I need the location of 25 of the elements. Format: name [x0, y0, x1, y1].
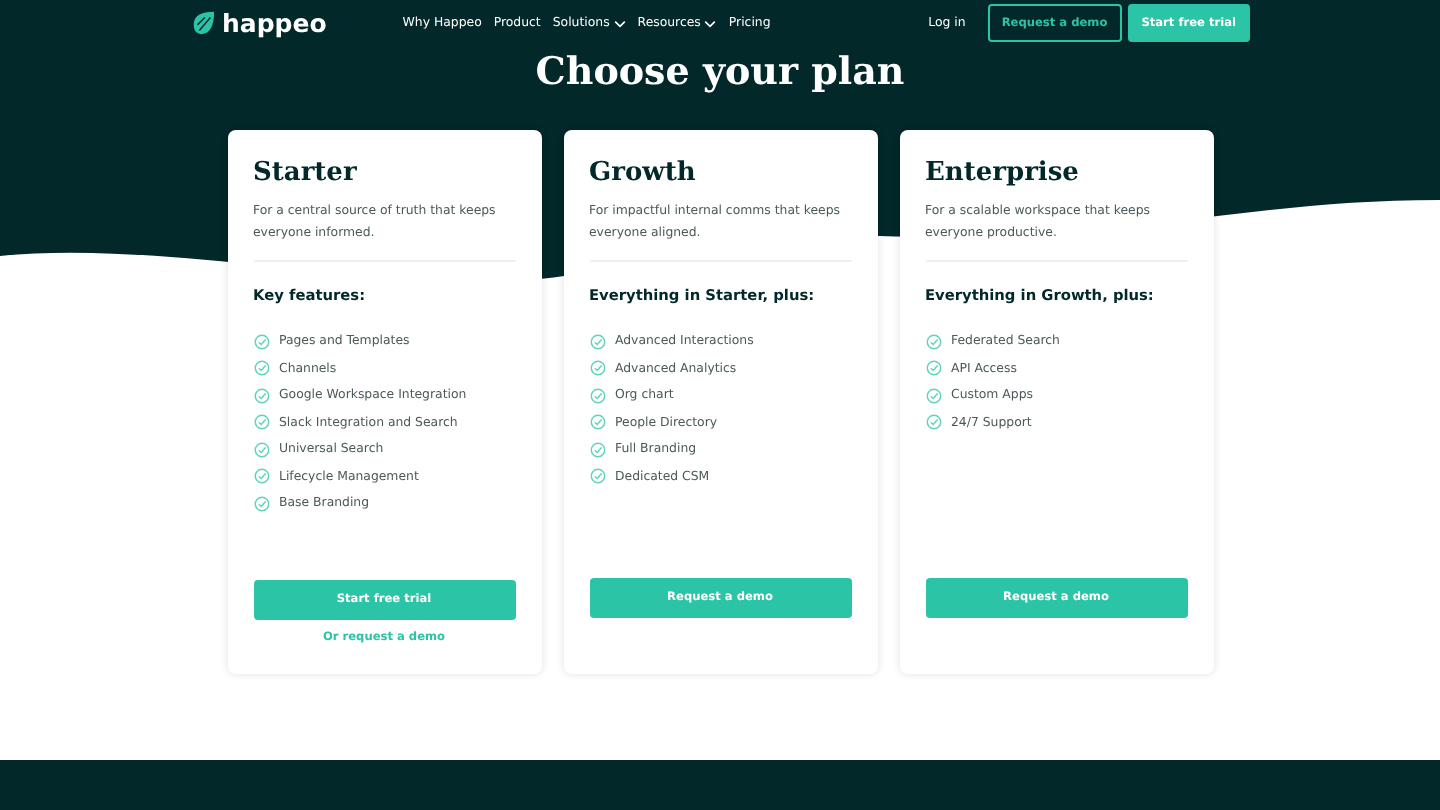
- check-icon: [925, 387, 941, 404]
- check-icon: [253, 495, 269, 512]
- check-icon: [589, 441, 605, 458]
- logo-icon: [190, 10, 216, 36]
- check-icon: [925, 414, 941, 431]
- check-icon: [589, 360, 605, 377]
- check-icon: [253, 333, 269, 350]
- check-icon: [253, 414, 269, 431]
- check-icon: [253, 387, 269, 404]
- check-icon: [925, 333, 941, 350]
- check-icon: [589, 333, 605, 350]
- plan-name: Growth: [589, 158, 698, 188]
- chevron-icon: [704, 19, 717, 27]
- check-icon: [253, 441, 269, 458]
- logo[interactable]: happeo: [190, 8, 327, 38]
- plan-name: Starter: [253, 158, 359, 188]
- check-icon: [589, 414, 605, 431]
- check-icon: [589, 387, 605, 404]
- check-icon: [253, 360, 269, 377]
- chevron-icon: [613, 19, 626, 27]
- check-icon: [253, 468, 269, 485]
- check-icon: [589, 468, 605, 485]
- page-heading: Choose your plan: [535, 50, 905, 98]
- plan-name: Enterprise: [925, 158, 1081, 188]
- check-icon: [925, 360, 941, 377]
